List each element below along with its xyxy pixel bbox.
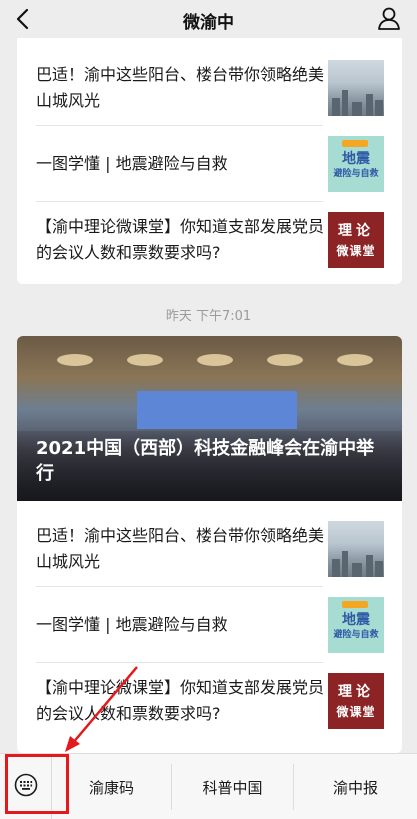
article-card: 2021中国（西部）科技金融峰会在渝中举行 巴适！渝中这些阳台、楼台带你领略绝美…: [17, 336, 402, 753]
article-card-previous: 巴适！渝中这些阳台、楼台带你领略绝美山城风光 一图学懂 | 地震避险与自救 地震…: [17, 38, 402, 284]
thumb-text: 微课堂: [336, 705, 376, 719]
top-navigation-bar: 微渝中: [0, 0, 417, 38]
article-title[interactable]: 巴适！渝中这些阳台、楼台带你领略绝美山城风光: [36, 50, 326, 126]
thumb-text: 避险与自救: [333, 169, 379, 179]
article-thumbnail-city[interactable]: [328, 60, 384, 116]
article-title[interactable]: 一图学懂 | 地震避险与自救: [36, 126, 326, 202]
person-icon[interactable]: [377, 5, 401, 31]
article-item[interactable]: 巴适！渝中这些阳台、楼台带你领略绝美山城风光: [17, 50, 402, 126]
thumb-text: 理论: [338, 684, 374, 700]
article-title[interactable]: 巴适！渝中这些阳台、楼台带你领略绝美山城风光: [36, 511, 326, 587]
thumb-text: 微课堂: [336, 244, 376, 258]
article-thumbnail-theory[interactable]: 理论 微课堂: [328, 673, 384, 729]
hero-article[interactable]: 2021中国（西部）科技金融峰会在渝中举行: [17, 336, 402, 501]
menu-yuzhong-news[interactable]: 渝中报: [294, 764, 417, 810]
article-item[interactable]: 一图学懂 | 地震避险与自救 地震 避险与自救: [17, 587, 402, 663]
page-title: 微渝中: [183, 13, 234, 33]
menu-kepu-china[interactable]: 科普中国: [172, 764, 294, 810]
thumb-text: 避险与自救: [333, 630, 379, 640]
article-thumbnail-earthquake[interactable]: 地震 避险与自救: [328, 597, 384, 653]
article-item[interactable]: 【渝中理论微课堂】你知道支部发展党员的会议人数和票数要求吗? 理论 微课堂: [17, 202, 402, 278]
article-item[interactable]: 巴适！渝中这些阳台、楼台带你领略绝美山城风光: [17, 511, 402, 587]
article-thumbnail-earthquake[interactable]: 地震 避险与自救: [328, 136, 384, 192]
message-timestamp: 昨天 下午7:01: [165, 309, 252, 324]
hero-stage-screen: [137, 391, 297, 429]
hero-title[interactable]: 2021中国（西部）科技金融峰会在渝中举行: [36, 436, 392, 486]
article-item[interactable]: 【渝中理论微课堂】你知道支部发展党员的会议人数和票数要求吗? 理论 微课堂: [17, 663, 402, 739]
article-title[interactable]: 【渝中理论微课堂】你知道支部发展党员的会议人数和票数要求吗?: [36, 663, 326, 739]
article-title[interactable]: 一图学懂 | 地震避险与自救: [36, 587, 326, 663]
article-thumbnail-city[interactable]: [328, 521, 384, 577]
article-item[interactable]: 一图学懂 | 地震避险与自救 地震 避险与自救: [17, 126, 402, 202]
thumb-text: 理论: [338, 223, 374, 239]
article-title[interactable]: 【渝中理论微课堂】你知道支部发展党员的会议人数和票数要求吗?: [36, 202, 326, 278]
article-thumbnail-theory[interactable]: 理论 微课堂: [328, 212, 384, 268]
thumb-text: 地震: [342, 612, 370, 628]
menu-yukangma[interactable]: 渝康码: [52, 764, 172, 810]
thumb-text: 地震: [342, 151, 370, 167]
annotation-highlight-box: [5, 754, 69, 814]
